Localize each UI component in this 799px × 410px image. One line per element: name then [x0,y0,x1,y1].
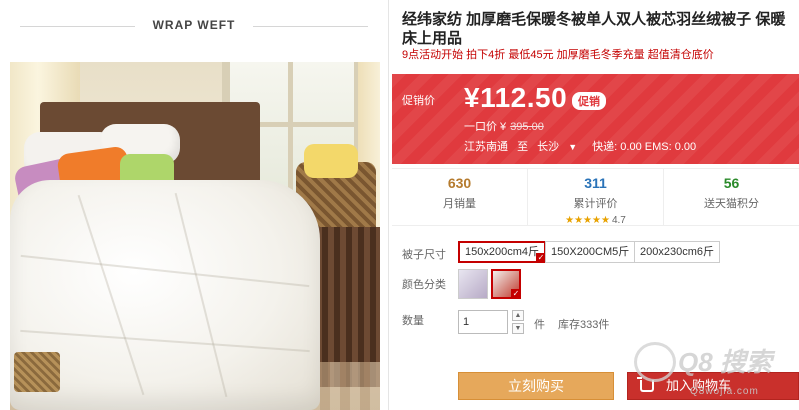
brand-header: WRAP WEFT [0,0,389,52]
quantity-decrease-button[interactable]: ▼ [512,323,524,334]
stat-value: 311 [584,175,607,191]
color-option-2[interactable]: ✓ [491,269,521,299]
add-to-cart-button[interactable]: 加入购物车 [627,372,799,400]
promo-price-label: 促销价 [402,95,435,107]
quantity-increase-button[interactable]: ▲ [512,310,524,321]
divider [20,26,135,27]
original-price: 一口价 ¥395.00 [464,118,544,134]
stat-label: 送天猫积分 [704,198,759,210]
shipping-cost: 快递: 0.00 EMS: 0.00 [592,141,697,153]
stat-monthly-sales: 630 月销量 [392,169,528,225]
size-option-3[interactable]: 200x230cm6斤 [634,241,720,263]
size-option-1[interactable]: 150x200cm4斤 ✓ [458,241,546,263]
original-price-value: 395.00 [510,121,544,133]
sales-stats: 630 月销量 311 累计评价 ★★★★★ 4.7 56 送天猫积分 [392,168,799,226]
ship-to-select[interactable]: 长沙 ▼ [537,141,583,153]
size-label: 被子尺寸 [402,249,446,261]
color-option-1[interactable] [458,269,488,299]
rating-value: 4.7 [611,215,626,226]
stat-points: 56 送天猫积分 [664,169,799,225]
stat-label: 累计评价 [573,198,618,210]
cart-icon [637,377,654,392]
yellow-pillow [304,144,358,178]
stat-value: 56 [723,175,740,191]
buy-now-button[interactable]: 立刻购买 [458,372,614,400]
product-title: 经纬家纺 加厚磨毛保暖冬被单人双人被芯羽丝绒被子 保暖床上用品 [402,11,786,47]
stat-reviews[interactable]: 311 累计评价 ★★★★★ 4.7 [528,169,664,226]
product-image[interactable] [10,62,380,410]
chevron-down-icon: ▼ [568,142,578,152]
rating-stars: ★★★★★ 4.7 [528,215,663,226]
brand-name: WRAP WEFT [152,18,236,32]
product-subtitle: 9点活动开始 拍下4折 最低45元 加厚磨毛冬季充量 超值清仓底价 [402,49,714,61]
ship-from: 江苏南通 [464,141,508,153]
stat-label: 月销量 [443,198,476,210]
promo-panel: 促销价 ¥112.50 促销 一口价 ¥395.00 江苏南通 至 长沙 ▼ 快… [392,74,799,164]
quantity-input[interactable]: 1 [458,310,508,334]
divider [253,26,368,27]
promo-price: ¥112.50 [464,82,568,113]
promo-tag: 促销 [572,92,606,110]
check-icon: ✓ [511,289,521,299]
color-label: 颜色分类 [402,279,446,291]
basket [14,352,60,392]
original-price-label: 一口价 ¥ [464,121,507,133]
quantity-unit: 件 [534,319,545,331]
product-info: 经纬家纺 加厚磨毛保暖冬被单人双人被芯羽丝绒被子 保暖床上用品 9点活动开始 拍… [392,0,799,410]
star-icons: ★★★★★ [565,215,610,226]
shipping-info: 江苏南通 至 长沙 ▼ 快递: 0.00 EMS: 0.00 [464,138,702,154]
stat-value: 630 [447,175,472,191]
ship-to-label: 至 [517,141,529,153]
product-gallery: WRAP WEFT [0,0,389,410]
quantity-label: 数量 [402,315,424,327]
size-option-2[interactable]: 150X200CM5斤 [545,241,636,263]
stock-count: 库存333件 [558,319,610,331]
